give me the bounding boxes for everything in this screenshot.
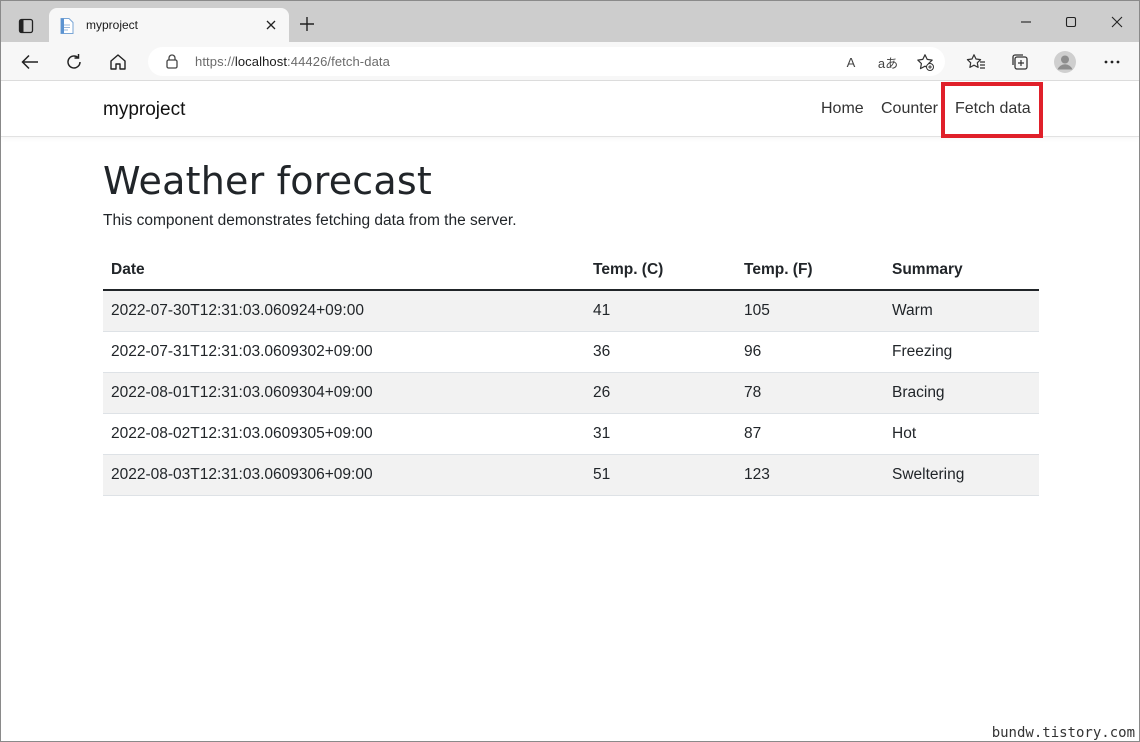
lock-icon[interactable]	[164, 53, 180, 69]
read-aloud-icon[interactable]: A	[840, 51, 862, 73]
table-header-row: Date Temp. (C) Temp. (F) Summary	[103, 250, 1039, 291]
url-host: localhost	[234, 54, 288, 69]
cell-date: 2022-07-30T12:31:03.060924+09:00	[103, 290, 585, 332]
close-tab-icon[interactable]	[263, 17, 279, 33]
cell-date: 2022-08-01T12:31:03.0609304+09:00	[103, 372, 585, 414]
url-scheme: https://	[195, 54, 235, 69]
table-row: 2022-07-31T12:31:03.0609302+09:00 36 96 …	[103, 331, 1039, 373]
watermark-text: bundw.tistory.com	[989, 725, 1137, 741]
more-menu-icon[interactable]	[1100, 50, 1124, 74]
page-description: This component demonstrates fetching dat…	[103, 212, 517, 229]
address-bar[interactable]: https://localhost:44426/fetch-data A aあ	[148, 47, 945, 76]
tab-title: myproject	[86, 18, 139, 32]
cell-date: 2022-08-02T12:31:03.0609305+09:00	[103, 413, 585, 455]
translate-label: aあ	[877, 55, 899, 71]
maximize-icon[interactable]	[1060, 11, 1082, 33]
page-favicon-icon	[60, 18, 74, 34]
cell-summary: Freezing	[884, 331, 1039, 373]
table-row: 2022-08-03T12:31:03.0609306+09:00 51 123…	[103, 454, 1039, 496]
table-row: 2022-08-01T12:31:03.0609304+09:00 26 78 …	[103, 372, 1039, 414]
browser-window: myproject https://localhost:44426/fetch-…	[0, 0, 1140, 742]
close-window-icon[interactable]	[1106, 11, 1128, 33]
add-favorite-icon[interactable]	[914, 51, 936, 73]
home-icon[interactable]	[106, 50, 130, 74]
column-header-summary: Summary	[884, 250, 1039, 291]
browser-toolbar: https://localhost:44426/fetch-data A aあ	[1, 42, 1139, 81]
nav-link-counter[interactable]: Counter	[881, 100, 938, 118]
cell-temp-c: 31	[585, 413, 736, 455]
cell-temp-c: 41	[585, 290, 736, 332]
cell-summary: Sweltering	[884, 454, 1039, 496]
table-row: 2022-08-02T12:31:03.0609305+09:00 31 87 …	[103, 413, 1039, 455]
cell-temp-f: 87	[736, 413, 884, 455]
tab-actions-icon[interactable]	[12, 14, 40, 38]
reload-icon[interactable]	[62, 50, 86, 74]
browser-tab[interactable]: myproject	[49, 8, 289, 42]
cell-temp-f: 78	[736, 372, 884, 414]
cell-date: 2022-08-03T12:31:03.0609306+09:00	[103, 454, 585, 496]
favorites-icon[interactable]	[964, 50, 988, 74]
translate-icon[interactable]: aあ	[877, 51, 899, 73]
weather-table: Date Temp. (C) Temp. (F) Summary 2022-07…	[103, 250, 1039, 496]
url-text[interactable]: https://localhost:44426/fetch-data	[195, 54, 390, 69]
cell-temp-c: 36	[585, 331, 736, 373]
collections-icon[interactable]	[1008, 50, 1032, 74]
column-header-temp-f: Temp. (F)	[736, 250, 884, 291]
cell-summary: Hot	[884, 413, 1039, 455]
table-row: 2022-07-30T12:31:03.060924+09:00 41 105 …	[103, 290, 1039, 332]
column-header-date: Date	[103, 250, 585, 291]
back-arrow-icon[interactable]	[18, 50, 42, 74]
minimize-icon[interactable]	[1015, 11, 1037, 33]
cell-date: 2022-07-31T12:31:03.0609302+09:00	[103, 331, 585, 373]
tab-strip: myproject	[1, 1, 1139, 42]
cell-temp-c: 26	[585, 372, 736, 414]
page-title: Weather forecast	[103, 159, 432, 203]
highlight-annotation-box	[941, 82, 1043, 138]
url-path: :44426/fetch-data	[287, 54, 390, 69]
cell-temp-c: 51	[585, 454, 736, 496]
cell-summary: Bracing	[884, 372, 1039, 414]
profile-avatar-icon[interactable]	[1053, 50, 1077, 74]
column-header-temp-c: Temp. (C)	[585, 250, 736, 291]
nav-link-home[interactable]: Home	[821, 100, 864, 118]
new-tab-icon[interactable]	[297, 14, 317, 34]
brand-link[interactable]: myproject	[103, 99, 185, 121]
cell-temp-f: 96	[736, 331, 884, 373]
cell-temp-f: 105	[736, 290, 884, 332]
read-aloud-label: A	[846, 54, 856, 70]
cell-temp-f: 123	[736, 454, 884, 496]
cell-summary: Warm	[884, 290, 1039, 332]
